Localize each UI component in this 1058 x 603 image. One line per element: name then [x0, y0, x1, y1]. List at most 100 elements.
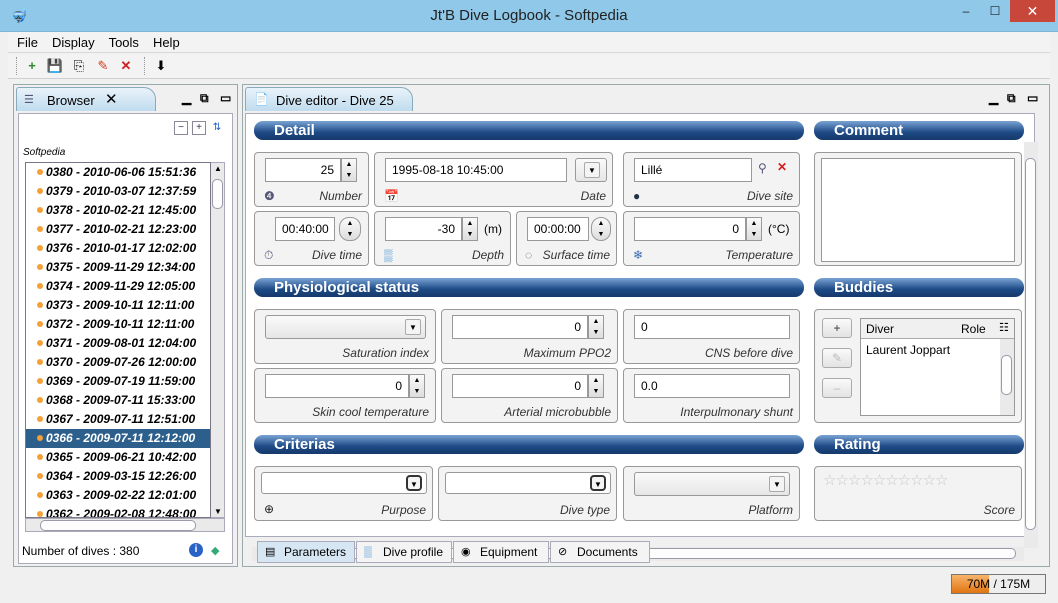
float-panel-icon[interactable]: ⧉: [1007, 91, 1016, 106]
skin-cool-field[interactable]: 0: [265, 374, 409, 398]
tab-dive-editor[interactable]: 📄 Dive editor - Dive 25: [245, 87, 413, 111]
date-picker-button[interactable]: ▼: [575, 158, 607, 182]
number-spinner[interactable]: ▲ ▼: [341, 158, 357, 182]
list-item[interactable]: 0367 - 2009-07-11 12:51:00: [26, 410, 210, 429]
depth-spinner[interactable]: ▲ ▼: [462, 217, 478, 241]
collapse-all-icon[interactable]: −: [174, 121, 188, 135]
vertical-scrollbar[interactable]: [1000, 339, 1014, 415]
minimize-button[interactable]: –: [952, 0, 980, 22]
tab-equipment[interactable]: ◉ Equipment: [453, 541, 549, 563]
list-item[interactable]: 0378 - 2010-02-21 12:45:00: [26, 201, 210, 220]
scroll-thumb[interactable]: [212, 179, 223, 209]
dive-time-field[interactable]: 00:40:00: [275, 217, 335, 241]
list-item[interactable]: 0365 - 2009-06-21 10:42:00: [26, 448, 210, 467]
delete-icon[interactable]: ✕: [117, 57, 135, 75]
search-icon[interactable]: ⚲: [758, 161, 767, 175]
scroll-thumb[interactable]: [1025, 158, 1036, 530]
menu-help[interactable]: Help: [143, 32, 184, 50]
list-item[interactable]: 0373 - 2009-10-11 12:11:00: [26, 296, 210, 315]
list-item[interactable]: 0372 - 2009-10-11 12:11:00: [26, 315, 210, 334]
temperature-field[interactable]: 0: [634, 217, 746, 241]
list-item[interactable]: 0363 - 2009-02-22 12:01:00: [26, 486, 210, 505]
temperature-spinner[interactable]: ▲ ▼: [746, 217, 762, 241]
add-buddy-button[interactable]: +: [822, 318, 852, 338]
maximize-panel-icon[interactable]: ▭: [1027, 91, 1038, 105]
tab-documents[interactable]: ⊘ Documents: [550, 541, 650, 563]
list-item[interactable]: 0380 - 2010-06-06 15:51:36: [26, 163, 210, 182]
import-icon[interactable]: ⬇: [152, 57, 170, 75]
minimize-panel-icon[interactable]: ▁: [989, 91, 998, 105]
skin-cool-spinner[interactable]: ▲ ▼: [409, 374, 425, 398]
list-item[interactable]: 0368 - 2009-07-11 15:33:00: [26, 391, 210, 410]
list-item[interactable]: 0362 - 2009-02-08 12:48:00: [26, 505, 210, 517]
list-item[interactable]: 0374 - 2009-11-29 12:05:00: [26, 277, 210, 296]
list-item[interactable]: 0366 - 2009-07-11 12:12:00: [26, 429, 210, 448]
number-field[interactable]: 25: [265, 158, 341, 182]
horizontal-scrollbar[interactable]: [25, 518, 225, 532]
tab-browser[interactable]: ☰ Browser ✕: [16, 87, 156, 111]
vertical-scrollbar[interactable]: [1024, 142, 1038, 548]
table-row[interactable]: Laurent Joppart: [866, 343, 950, 357]
dive-bullet-icon: [37, 511, 43, 517]
comment-textarea[interactable]: [821, 158, 1015, 262]
list-item[interactable]: 0375 - 2009-11-29 12:34:00: [26, 258, 210, 277]
dive-site-field[interactable]: Lillé: [634, 158, 752, 182]
surface-time-spinner[interactable]: ▲ ▼: [591, 217, 611, 241]
max-ppo2-spinner[interactable]: ▲ ▼: [588, 315, 604, 339]
arterial-microbubble-spinner[interactable]: ▲ ▼: [588, 374, 604, 398]
surface-time-field[interactable]: 00:00:00: [527, 217, 589, 241]
edit-buddy-button[interactable]: ✎: [822, 348, 852, 368]
date-field[interactable]: 1995-08-18 10:45:00: [385, 158, 567, 182]
menu-file[interactable]: File: [8, 32, 42, 50]
vertical-scrollbar[interactable]: ▲ ▼: [211, 162, 225, 518]
save-all-icon[interactable]: ⎘: [70, 57, 88, 75]
scroll-down-icon[interactable]: ▼: [213, 507, 223, 516]
close-tab-icon[interactable]: ✕: [105, 90, 118, 108]
column-role[interactable]: Role: [961, 322, 986, 336]
new-dive-icon[interactable]: +: [23, 57, 41, 75]
cns-before-field[interactable]: 0: [634, 315, 790, 339]
edit-icon[interactable]: ✎: [94, 57, 112, 75]
column-chooser-icon[interactable]: ☷: [999, 321, 1009, 334]
maximize-button[interactable]: ☐: [981, 0, 1009, 22]
memory-indicator[interactable]: 70M / 175M: [951, 574, 1046, 594]
maximize-panel-icon[interactable]: ▭: [220, 91, 231, 105]
list-item[interactable]: 0379 - 2010-03-07 12:37:59: [26, 182, 210, 201]
save-icon[interactable]: 💾: [46, 57, 64, 75]
menu-display[interactable]: Display: [42, 32, 99, 50]
purpose-select[interactable]: ▼: [261, 472, 427, 494]
scroll-thumb[interactable]: [1001, 355, 1012, 395]
remove-buddy-button[interactable]: –: [822, 378, 852, 398]
scroll-thumb[interactable]: [40, 520, 196, 531]
saturation-index-select[interactable]: ▼: [265, 315, 426, 339]
sort-icon[interactable]: ⇅: [210, 122, 224, 136]
scroll-up-icon[interactable]: ▲: [213, 164, 223, 173]
platform-select[interactable]: ▼: [634, 472, 790, 496]
max-ppo2-field[interactable]: 0: [452, 315, 588, 339]
arterial-microbubble-field[interactable]: 0: [452, 374, 588, 398]
list-item[interactable]: 0371 - 2009-08-01 12:04:00: [26, 334, 210, 353]
info-icon[interactable]: i: [189, 543, 203, 557]
list-item[interactable]: 0369 - 2009-07-19 11:59:00: [26, 372, 210, 391]
list-item[interactable]: 0370 - 2009-07-26 12:00:00: [26, 353, 210, 372]
minimize-panel-icon[interactable]: ▁: [182, 91, 191, 105]
dive-time-spinner[interactable]: ▲ ▼: [339, 217, 361, 241]
menu-tools[interactable]: Tools: [99, 32, 143, 50]
close-button[interactable]: ✕: [1010, 0, 1055, 22]
depth-field[interactable]: -30: [385, 217, 462, 241]
list-item[interactable]: 0376 - 2010-01-17 12:02:00: [26, 239, 210, 258]
rating-stars[interactable]: ☆☆☆☆☆☆☆☆☆☆: [823, 471, 948, 489]
list-item[interactable]: 0364 - 2009-03-15 12:26:00: [26, 467, 210, 486]
temperature-box: 0 ▲ ▼ (°C) ❄ Temperature: [623, 211, 800, 266]
column-diver[interactable]: Diver: [866, 322, 894, 336]
float-panel-icon[interactable]: ⧉: [200, 91, 209, 106]
browser-tab-label: Browser: [47, 93, 95, 108]
interpulmonary-shunt-field[interactable]: 0.0: [634, 374, 790, 398]
fish-icon[interactable]: ◆: [211, 544, 219, 557]
list-item[interactable]: 0377 - 2010-02-21 12:23:00: [26, 220, 210, 239]
expand-all-icon[interactable]: +: [192, 121, 206, 135]
tab-dive-profile[interactable]: ▒ Dive profile: [356, 541, 452, 563]
clear-icon[interactable]: ✕: [777, 160, 787, 174]
dive-type-select[interactable]: ▼: [445, 472, 611, 494]
tab-parameters[interactable]: ▤ Parameters: [257, 541, 355, 563]
